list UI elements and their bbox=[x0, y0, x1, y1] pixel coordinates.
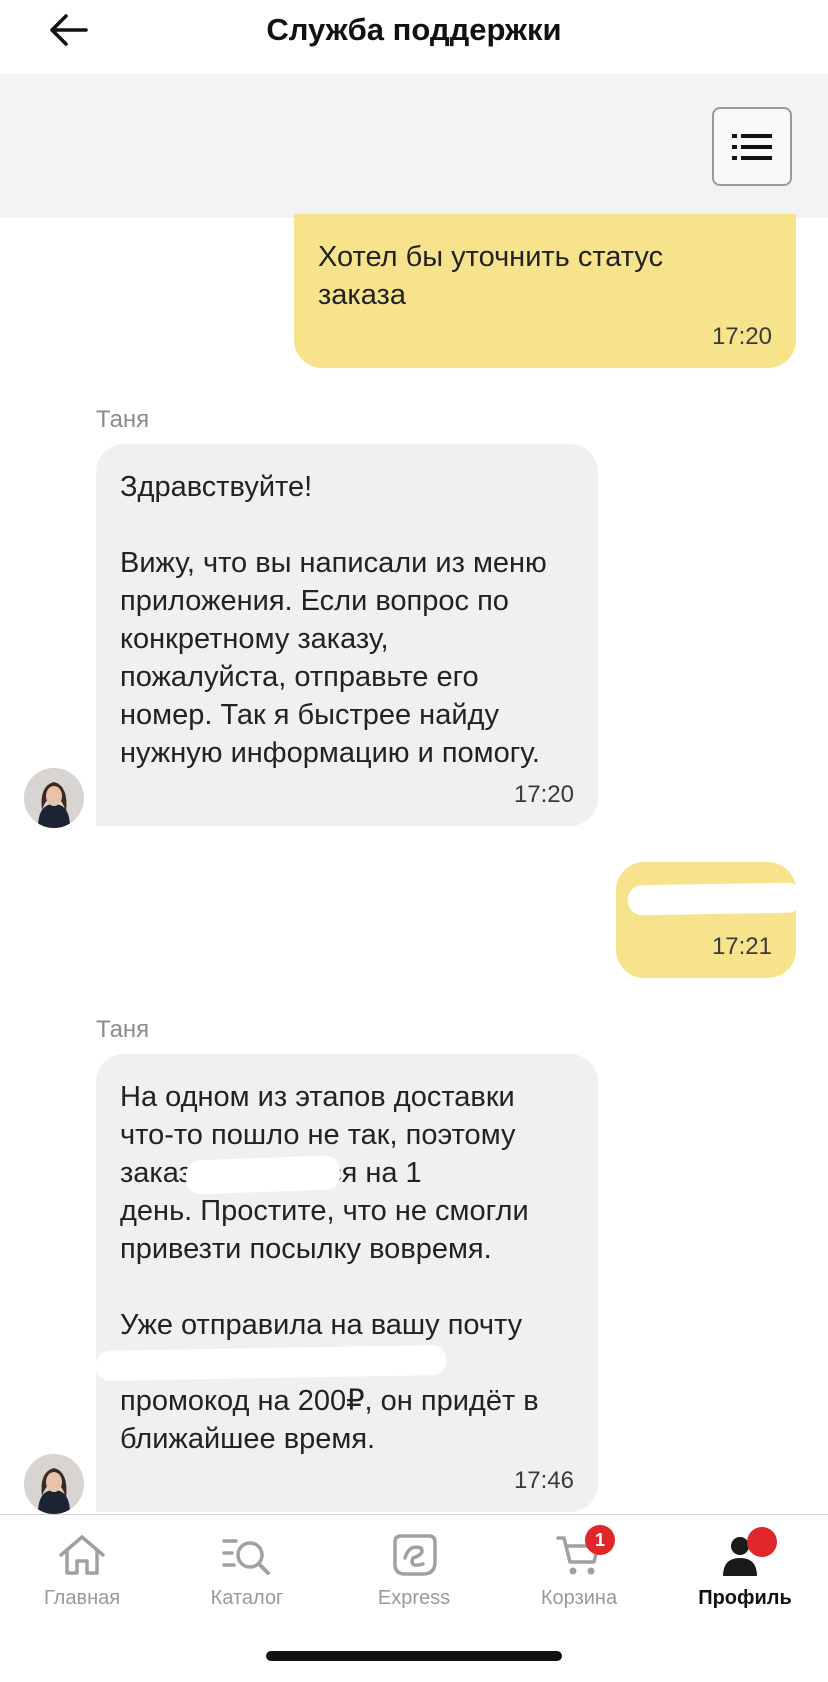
message-time: 17:20 bbox=[711, 323, 772, 350]
tab-label: Express bbox=[377, 1587, 451, 1609]
message-text: Хотел бы уточнить статус заказа bbox=[318, 241, 664, 311]
tab-label: Главная bbox=[43, 1587, 121, 1609]
app-header: Служба поддержки bbox=[0, 0, 828, 74]
agent-avatar-image bbox=[24, 1454, 84, 1514]
home-indicator bbox=[266, 1651, 562, 1661]
tab-home[interactable]: Главная bbox=[12, 1529, 152, 1619]
notification-dot bbox=[747, 1527, 777, 1557]
tab-label: Корзина bbox=[540, 1587, 618, 1609]
redacted-order-number bbox=[185, 1155, 341, 1195]
agent-avatar bbox=[24, 1454, 84, 1514]
tab-express[interactable]: Express bbox=[344, 1529, 484, 1619]
tab-catalog[interactable]: Каталог bbox=[177, 1529, 317, 1619]
cart-badge: 1 bbox=[585, 1525, 615, 1555]
message-time: 17:46 bbox=[513, 1467, 574, 1494]
message-time: 17:21 bbox=[711, 933, 772, 960]
agent-avatar bbox=[24, 768, 84, 828]
tab-label: Профиль bbox=[698, 1587, 792, 1609]
tab-cart[interactable]: 1 Корзина bbox=[509, 1525, 649, 1619]
message-outgoing[interactable]: Хотел бы уточнить статус заказа 17:20 bbox=[294, 214, 796, 368]
message-incoming[interactable]: Здравствуйте! Вижу, что вы написали из м… bbox=[96, 444, 598, 826]
redacted-email bbox=[95, 1344, 447, 1382]
redacted-area bbox=[627, 882, 803, 916]
sender-name: Таня bbox=[96, 1016, 150, 1043]
page-title: Служба поддержки bbox=[266, 12, 562, 47]
message-text: Здравствуйте! Вижу, что вы написали из м… bbox=[120, 471, 547, 769]
message-incoming[interactable]: На одном из этапов доставки что-то пошло… bbox=[95, 1054, 598, 1512]
home-icon bbox=[59, 1535, 105, 1575]
sender-name: Таня bbox=[96, 406, 150, 433]
tab-profile[interactable]: Профиль bbox=[675, 1527, 815, 1619]
catalog-search-icon bbox=[222, 1539, 270, 1575]
express-icon bbox=[393, 1534, 437, 1576]
message-outgoing[interactable]: 17:21 bbox=[616, 862, 803, 978]
tab-label: Каталог bbox=[210, 1587, 284, 1609]
chat-toolbar bbox=[0, 74, 828, 218]
message-time: 17:20 bbox=[513, 781, 574, 808]
menu-button[interactable] bbox=[712, 107, 792, 186]
list-icon bbox=[732, 133, 772, 160]
message-text: На одном из этапов доставки что-то пошло… bbox=[120, 1081, 539, 1455]
agent-avatar-image bbox=[24, 768, 84, 828]
